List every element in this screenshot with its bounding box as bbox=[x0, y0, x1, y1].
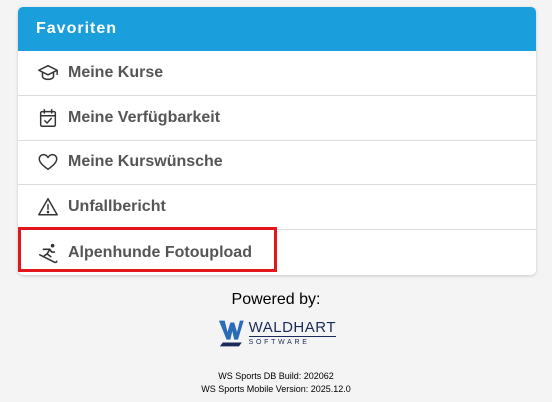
waldhart-w-icon bbox=[218, 320, 244, 347]
logo-name: WALDHART bbox=[248, 319, 336, 337]
menu-item-label: Meine Verfügbarkeit bbox=[68, 108, 221, 126]
menu-item-alpenhunde-fotoupload[interactable]: Alpenhunde Fotoupload bbox=[18, 230, 536, 275]
graduation-cap-icon bbox=[36, 61, 60, 85]
db-build-text: WS Sports DB Build: 202062 bbox=[218, 371, 334, 381]
menu-item-meine-verfuegbarkeit[interactable]: Meine Verfügbarkeit bbox=[18, 96, 536, 141]
waldhart-logo: WALDHART SOFTWARE bbox=[218, 314, 336, 352]
skier-icon bbox=[36, 241, 60, 265]
menu-item-meine-kurswuensche[interactable]: Meine Kurswünsche bbox=[18, 141, 536, 186]
logo-sub: SOFTWARE bbox=[248, 339, 310, 346]
powered-by-text: Powered by: bbox=[231, 291, 321, 308]
menu-item-label: Meine Kurse bbox=[68, 63, 164, 81]
heart-icon bbox=[36, 150, 60, 174]
menu-item-label: Meine Kurswünsche bbox=[68, 153, 223, 171]
favorites-card: Favoriten Meine Kurse Meine Verfügbarkei… bbox=[18, 7, 536, 275]
warning-icon bbox=[36, 195, 60, 219]
calendar-check-icon bbox=[36, 106, 60, 130]
menu-item-unfallbericht[interactable]: Unfallbericht bbox=[18, 185, 536, 231]
favorites-header: Favoriten bbox=[18, 7, 536, 51]
mobile-version-text: WS Sports Mobile Version: 2025.12.0 bbox=[201, 384, 351, 394]
menu-item-label: Unfallbericht bbox=[68, 198, 166, 216]
menu-item-label: Alpenhunde Fotoupload bbox=[68, 243, 252, 261]
menu-item-meine-kurse[interactable]: Meine Kurse bbox=[18, 51, 536, 96]
